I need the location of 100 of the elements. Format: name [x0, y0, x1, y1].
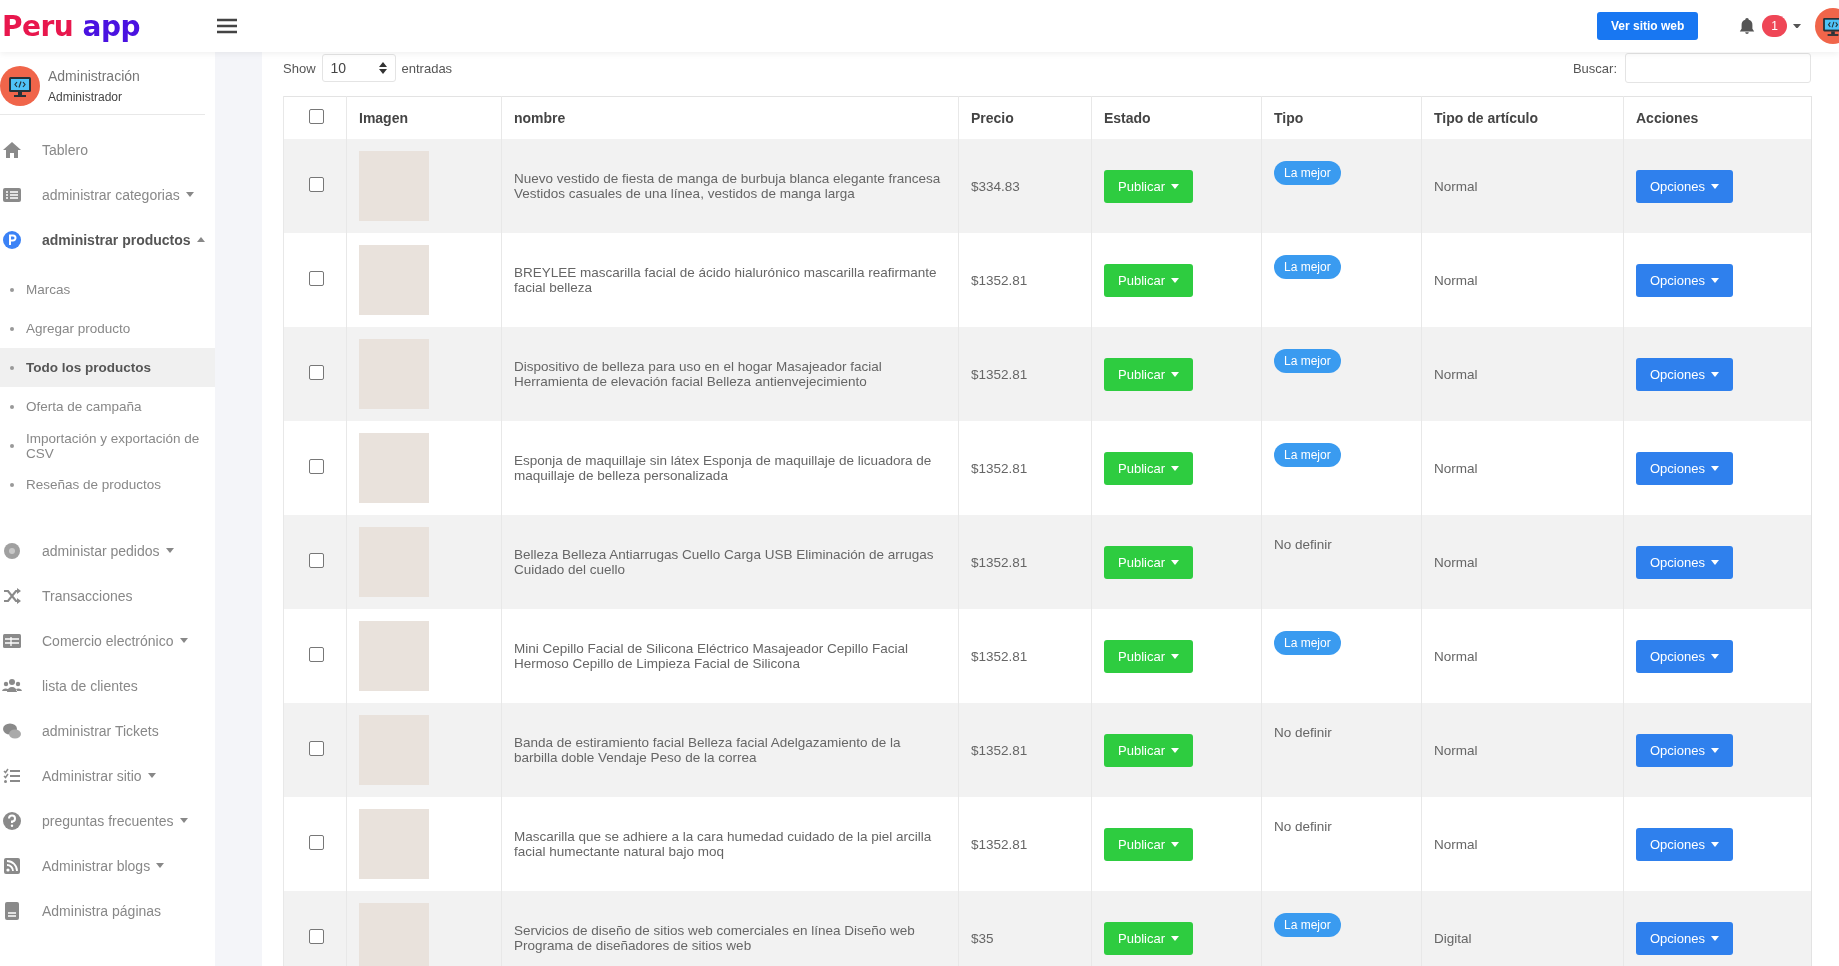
options-dropdown-button[interactable]: Opciones [1636, 263, 1733, 297]
type-badge: La mejor [1274, 255, 1341, 279]
search-label: Buscar: [1572, 60, 1617, 76]
price-cell: $1352.81 [958, 327, 1092, 421]
search-field[interactable] [1625, 53, 1811, 83]
caret-icon [1170, 747, 1179, 753]
item-type-cell: Digital [1421, 891, 1624, 966]
product-name-cell: Servicios de diseño de sitios web comerciales en línea Diseño web Programa de diseñadores de sitios web [501, 891, 959, 966]
caret-icon [1170, 371, 1179, 377]
status-dropdown-button[interactable]: Publicar [1104, 733, 1193, 767]
submenu-item[interactable]: Reseñas de productos [0, 465, 215, 504]
status-dropdown-button[interactable]: Publicar [1104, 451, 1193, 485]
options-dropdown-button[interactable]: Opciones [1636, 169, 1733, 203]
caret-icon [1710, 653, 1719, 659]
options-dropdown-button[interactable]: Opciones [1636, 921, 1733, 955]
item-type-cell: Normal [1421, 515, 1624, 609]
status-dropdown-button[interactable]: Publicar [1104, 545, 1193, 579]
item-type-cell: Normal [1421, 327, 1624, 421]
row-checkbox[interactable] [309, 741, 324, 756]
options-dropdown-button[interactable]: Opciones [1636, 451, 1733, 485]
options-dropdown-button[interactable]: Opciones [1636, 639, 1733, 673]
sidebar-item[interactable]: Administrar blogs [0, 843, 215, 888]
row-checkbox[interactable] [309, 459, 324, 474]
up-down-arrows-icon [378, 62, 387, 74]
type-badge: La mejor [1274, 631, 1341, 655]
product-name-cell: Banda de estiramiento facial Belleza facial Adelgazamiento de la barbilla doble Vendaje Peso de la correa [501, 703, 959, 797]
caret-icon [196, 237, 205, 242]
caret-icon [1170, 935, 1179, 941]
photo-placeholder [359, 433, 429, 503]
price-cell: $1352.81 [958, 515, 1092, 609]
price-cell: $1352.81 [958, 703, 1092, 797]
caret-icon [1170, 559, 1179, 565]
sidebar-item[interactable]: Administrar sitio [0, 753, 215, 798]
row-checkbox[interactable] [309, 835, 324, 850]
sidebar-item[interactable]: administar pedidos [0, 528, 215, 573]
caret-icon [1170, 653, 1179, 659]
entries-label: entradas [401, 60, 453, 76]
caret-icon [1710, 277, 1719, 283]
product-name-cell: Dispositivo de belleza para uso en el hogar Masajeador facial Herramienta de elevación facial Belleza antienvejecimiento [501, 327, 959, 421]
submenu-item[interactable]: Importación y exportación de CSV [0, 426, 215, 465]
page-size-select[interactable]: 10 [321, 54, 396, 82]
product-name-cell: Belleza Belleza Antiarrugas Cuello Carga USB Eliminación de arrugas Cuidado del cuello [501, 515, 959, 609]
sidebar-item[interactable]: Administra páginas [0, 888, 215, 933]
submenu-item[interactable]: Marcas [0, 270, 215, 309]
submenu-item[interactable]: Oferta de campaña [0, 387, 215, 426]
product-name-cell: Nuevo vestido de fiesta de manga de burbuja blanca elegante francesa Vestidos casuales de una línea, vestidos de manga larga [501, 139, 959, 233]
caret-icon [1170, 277, 1179, 283]
photo-placeholder [359, 621, 429, 691]
type-badge: La mejor [1274, 349, 1341, 373]
select-all-checkbox[interactable] [309, 109, 324, 124]
menu-icon[interactable] [217, 18, 237, 34]
caret-icon[interactable] [1793, 23, 1801, 29]
sidebar-item[interactable]: Transacciones [0, 573, 215, 618]
caret-icon [147, 773, 156, 778]
shuffle-icon [2, 585, 22, 606]
sidebar-item[interactable]: lista de clientes [0, 663, 215, 708]
caret-icon [1710, 841, 1719, 847]
view-site-button[interactable]: Ver sitio web [1596, 12, 1699, 40]
options-dropdown-button[interactable]: Opciones [1636, 545, 1733, 579]
sidebar-item[interactable]: preguntas frecuentes [0, 798, 215, 843]
caret-icon [1710, 559, 1719, 565]
status-dropdown-button[interactable]: Publicar [1104, 169, 1193, 203]
home-icon [2, 139, 22, 160]
row-checkbox[interactable] [309, 177, 324, 192]
type-text: No definir [1274, 819, 1332, 834]
row-checkbox[interactable] [309, 929, 324, 944]
type-text: No definir [1274, 725, 1332, 740]
sidebar-item[interactable]: Comercio electrónico [0, 618, 215, 663]
caret-icon [1170, 841, 1179, 847]
bell-icon[interactable] [1738, 17, 1757, 35]
caret-icon [179, 638, 188, 643]
status-dropdown-button[interactable]: Publicar [1104, 639, 1193, 673]
options-dropdown-button[interactable]: Opciones [1636, 357, 1733, 391]
row-checkbox[interactable] [309, 553, 324, 568]
caret-icon [179, 818, 188, 823]
caret-icon [165, 548, 174, 553]
submenu-item[interactable]: Todo los productos [0, 348, 215, 387]
sidebar-item[interactable]: administrar Tickets [0, 708, 215, 753]
options-dropdown-button[interactable]: Opciones [1636, 827, 1733, 861]
status-dropdown-button[interactable]: Publicar [1104, 827, 1193, 861]
row-checkbox[interactable] [309, 365, 324, 380]
profile-title: Administración [48, 68, 140, 84]
row-checkbox[interactable] [309, 271, 324, 286]
submenu-item[interactable]: Agregar producto [0, 309, 215, 348]
monitor-avatar-icon [0, 66, 40, 106]
status-dropdown-button[interactable]: Publicar [1104, 263, 1193, 297]
sidebar-item[interactable]: administrar productos [0, 217, 215, 262]
caret-icon [1170, 183, 1179, 189]
options-dropdown-button[interactable]: Opciones [1636, 733, 1733, 767]
caret-icon [1170, 465, 1179, 471]
caret-icon [1710, 935, 1719, 941]
sidebar-item[interactable]: Tablero [0, 127, 215, 172]
status-dropdown-button[interactable]: Publicar [1104, 921, 1193, 955]
type-badge: La mejor [1274, 443, 1341, 467]
app-logo[interactable]: Peru app [0, 9, 207, 43]
sidebar-item[interactable]: administrar categorias [0, 172, 215, 217]
item-type-cell: Normal [1421, 703, 1624, 797]
row-checkbox[interactable] [309, 647, 324, 662]
notification-count: 1 [1762, 15, 1787, 37]
status-dropdown-button[interactable]: Publicar [1104, 357, 1193, 391]
